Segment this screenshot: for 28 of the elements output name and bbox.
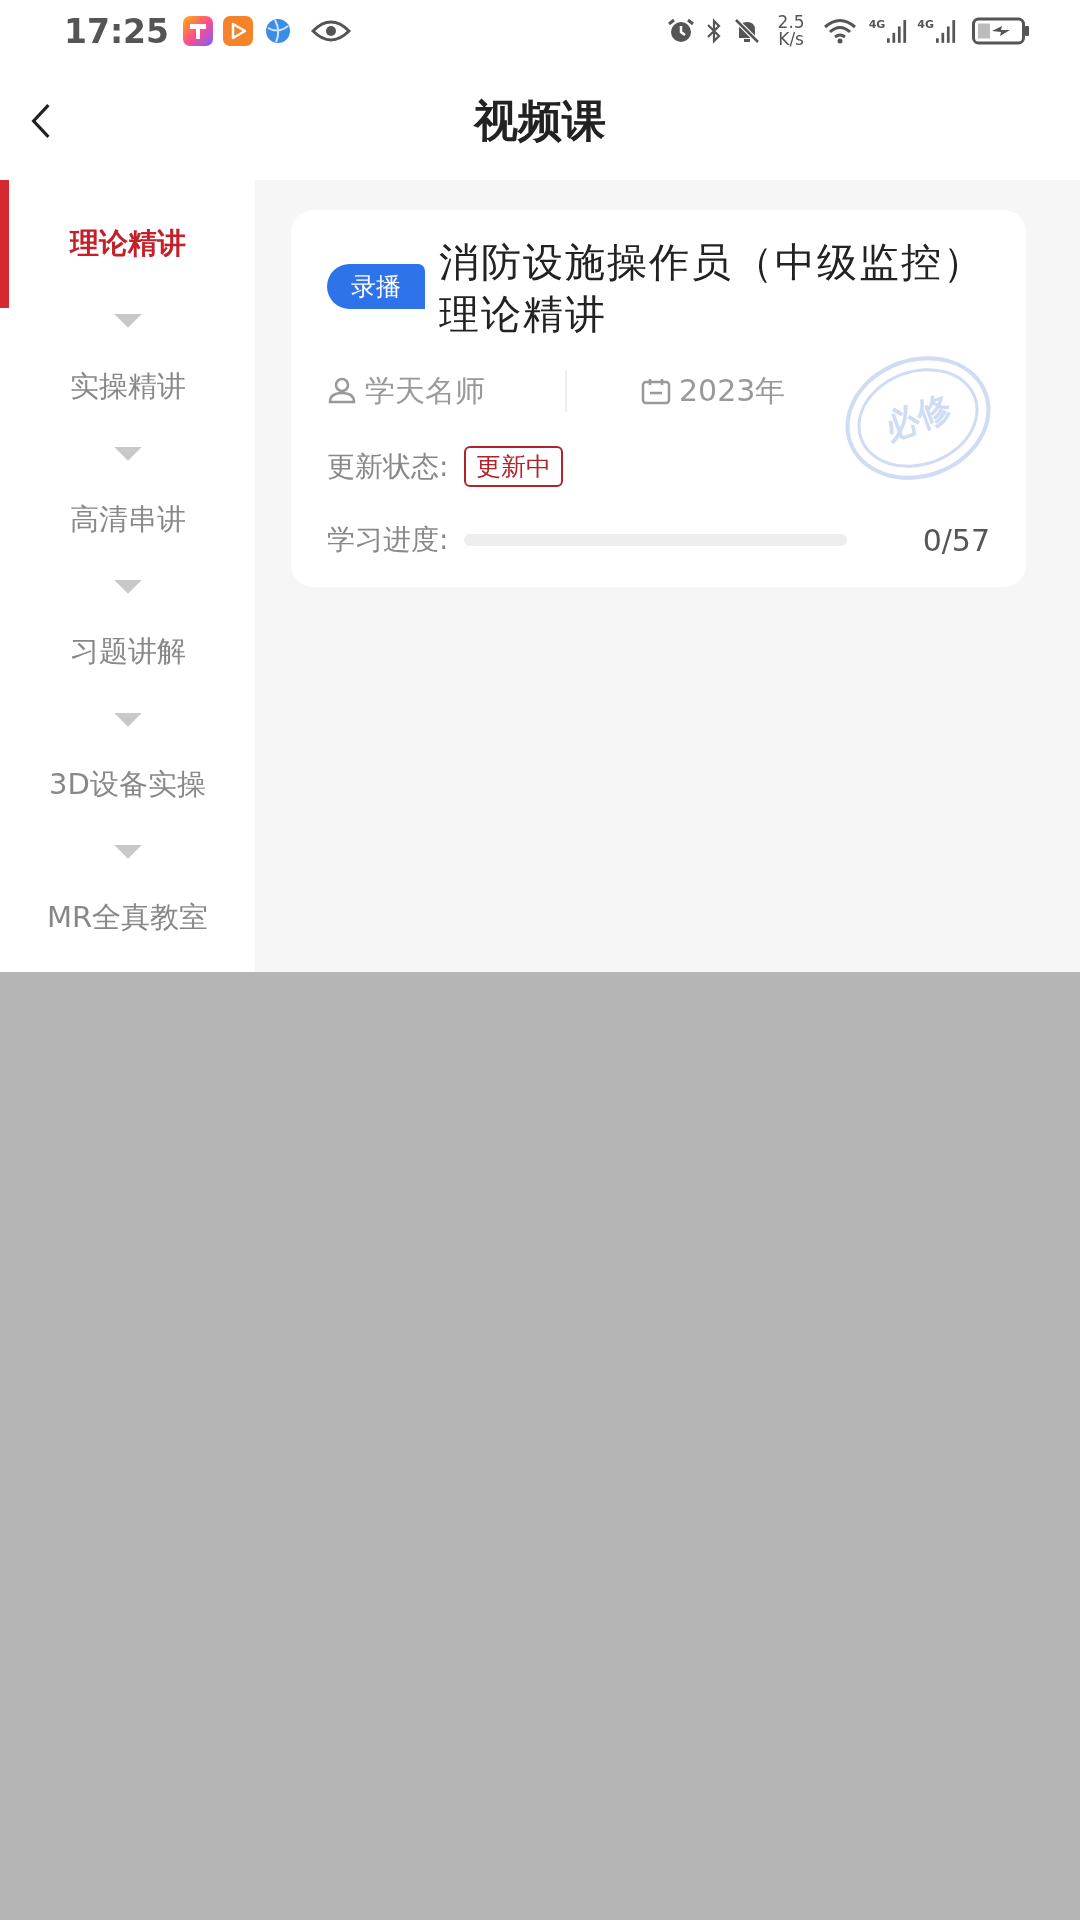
- course-title: 消防设施操作员（中级监控）理论精讲: [439, 238, 986, 339]
- network-type: 4G: [917, 18, 934, 31]
- down-triangle-icon: [112, 579, 143, 595]
- signal-icon: [887, 18, 908, 44]
- down-triangle-icon: [112, 845, 143, 860]
- network-speed: 2.5 K/s: [777, 14, 805, 48]
- status-tag: 更新中: [464, 446, 564, 487]
- app-icon: [183, 16, 214, 46]
- signal-icon: [936, 18, 956, 44]
- status-label: 更新状态:: [327, 448, 449, 485]
- down-triangle-icon: [112, 712, 143, 728]
- network-type: 4G: [868, 18, 886, 31]
- teacher-name: 学天名师: [365, 371, 485, 410]
- course-year: 2023年: [679, 371, 786, 410]
- down-triangle-icon: [112, 447, 143, 462]
- calendar-icon: [641, 377, 671, 405]
- status-time: 17:25: [64, 11, 170, 51]
- play-app-icon: [223, 16, 254, 46]
- eye-icon: [311, 19, 352, 43]
- page-title: 视频课: [474, 93, 606, 148]
- person-icon: [327, 377, 357, 405]
- down-triangle-icon: [112, 314, 143, 329]
- progress-label: 学习进度:: [327, 522, 449, 558]
- alarm-icon: [665, 17, 696, 45]
- bluetooth-icon: [705, 17, 722, 45]
- battery-charging-icon: [972, 17, 1030, 45]
- progress-count: 0/57: [922, 522, 990, 558]
- recorded-badge: 录播: [327, 264, 425, 309]
